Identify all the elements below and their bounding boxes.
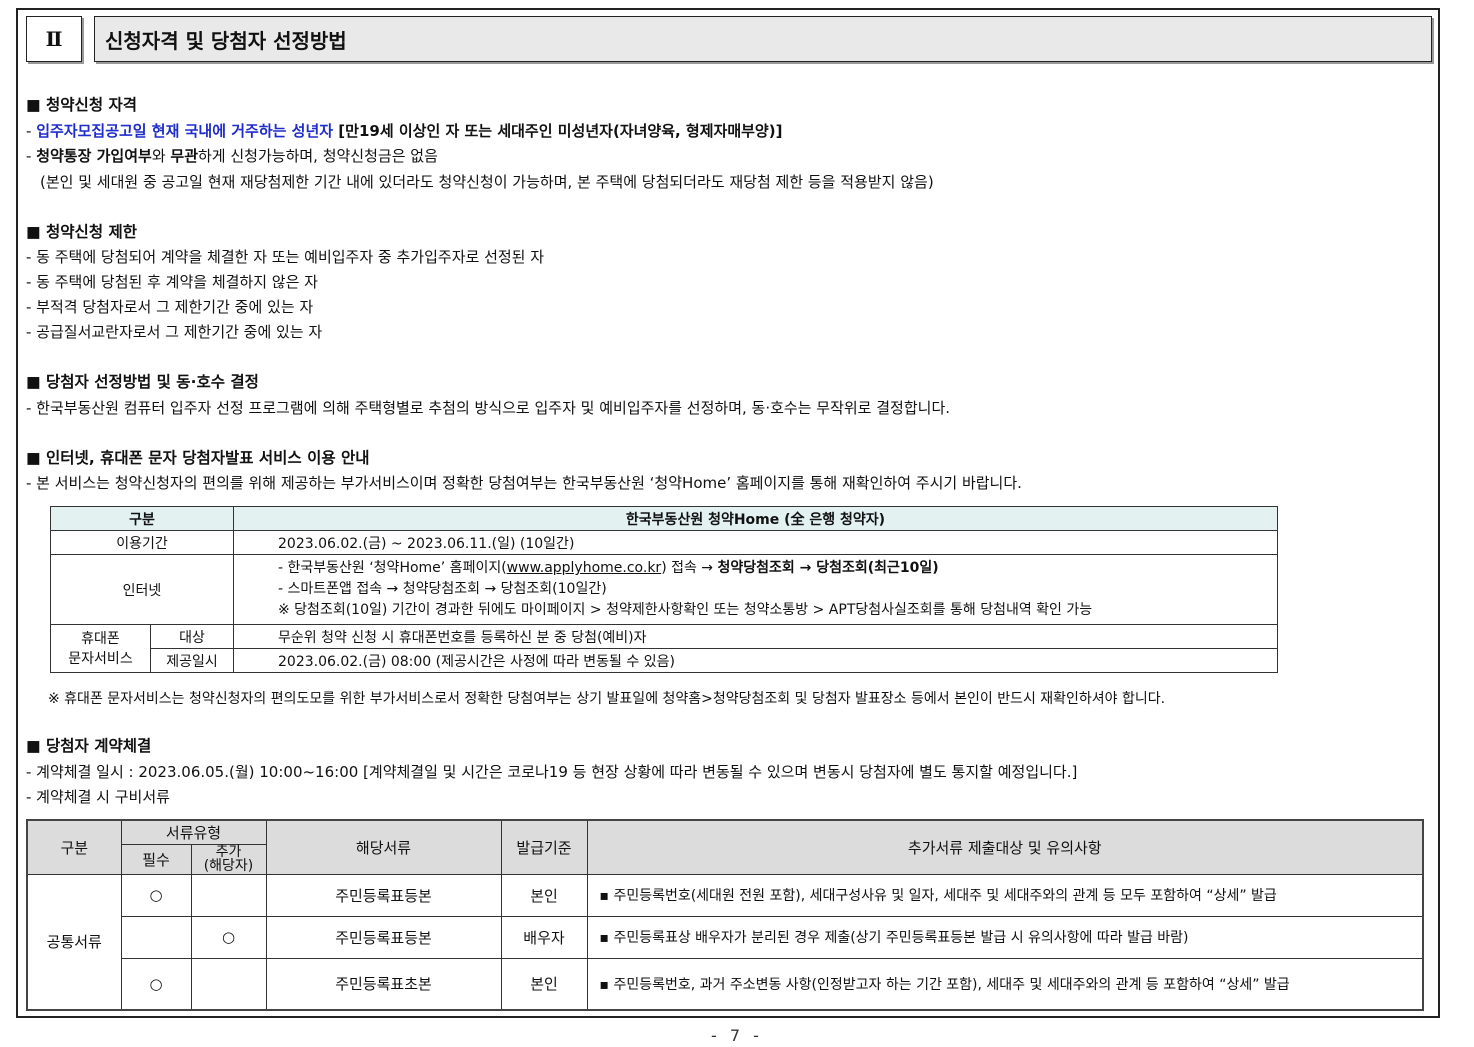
heading-restriction: ■ 청약신청 제한 <box>26 223 137 241</box>
document-name: 주민등록표등본 <box>265 915 502 959</box>
eligibility-condition: [만19세 이상인 자 또는 세대주인 미성년자(자녀양육, 형제자매부양)] <box>333 122 783 140</box>
restriction-item: - 공급질서교란자로서 그 제한기간 중에 있는 자 <box>26 323 323 341</box>
bullet-prefix: - <box>26 122 37 140</box>
document-note: ▪ 주민등록번호(세대원 전원 포함), 세대구성사유 및 일자, 세대주 및 … <box>586 873 1424 917</box>
additional-mark <box>190 957 267 1011</box>
sub-label: 제공일시 <box>150 648 234 673</box>
restriction-item: - 동 주택에 당첨되어 계약을 체결한 자 또는 예비입주자 중 추가입주자로… <box>26 248 545 266</box>
bold-text: 청약통장 가입여부 <box>36 147 152 165</box>
bullet-prefix: - <box>26 147 37 165</box>
table-header: 필수 <box>120 843 192 875</box>
required-mark: ○ <box>120 873 192 917</box>
table-header: 구분 <box>50 506 234 531</box>
additional-mark <box>190 873 267 917</box>
required-mark: ○ <box>120 957 192 1011</box>
section-title: 신청자격 및 당첨자 선정방법 <box>94 16 1432 62</box>
row-value: 2023.06.02.(금) 08:00 (제공시간은 사정에 따라 변동될 수… <box>233 648 1278 673</box>
document-note: ▪ 주민등록표상 배우자가 분리된 경우 제출(상기 주민등록표등본 발급 시 … <box>586 915 1424 959</box>
table-header: 서류유형 <box>120 819 267 845</box>
text: 하게 신청가능하며, 청약신청금은 없음 <box>198 147 438 165</box>
document-note: ▪ 주민등록번호, 과거 주소변동 사항(인정받고자 하는 기간 포함), 세대… <box>586 957 1424 1011</box>
internet-line-3: ※ 당첨조회(10일) 기간이 경과한 뒤에도 마이페이지 > 청약제한사항확인… <box>278 602 1093 618</box>
contract-line-1: - 계약체결 일시 : 2023.06.05.(월) 10:00~16:00 [… <box>26 763 1078 781</box>
issue-basis: 본인 <box>500 873 588 917</box>
page-number: - 7 - <box>711 1026 763 1045</box>
table-header: 해당서류 <box>265 819 502 875</box>
document-name: 주민등록표초본 <box>265 957 502 1011</box>
page-frame: Ⅱ 신청자격 및 당첨자 선정방법 ■ 청약신청 자격 - 입주자모집공고일 현… <box>16 8 1440 1018</box>
announcement-table: 구분 한국부동산원 청약Home (全 은행 청약자) 이용기간 2023.06… <box>50 506 1278 673</box>
section-number: Ⅱ <box>26 16 82 62</box>
eligibility-line-3: (본인 및 세대원 중 공고일 현재 재당첨제한 기간 내에 있더라도 청약신청… <box>40 173 934 191</box>
required-mark <box>120 915 192 959</box>
heading-announcement: ■ 인터넷, 휴대폰 문자 당첨자발표 서비스 이용 안내 <box>26 449 370 467</box>
document-name: 주민등록표등본 <box>265 873 502 917</box>
issue-basis: 배우자 <box>500 915 588 959</box>
sub-label: 대상 <box>150 624 234 649</box>
documents-table: 구분 서류유형 해당서류 발급기준 추가서류 제출대상 및 유의사항 필수 추가… <box>26 819 1424 1011</box>
restriction-item: - 동 주택에 당첨된 후 계약을 체결하지 않은 자 <box>26 273 318 291</box>
internet-cell: - 한국부동산원 ‘청약Home’ 홈페이지(www.applyhome.co.… <box>233 554 1278 625</box>
bold-text: 청약당첨조회 → 당첨조회(최근10일) <box>717 560 939 576</box>
text: 와 <box>151 147 171 165</box>
text: - 한국부동산원 ‘청약Home’ 홈페이지( <box>278 560 507 576</box>
restriction-item: - 부적격 당첨자로서 그 제한기간 중에 있는 자 <box>26 298 314 316</box>
heading-eligibility: ■ 청약신청 자격 <box>26 96 137 114</box>
row-value: 2023.06.02.(금) ~ 2023.06.11.(일) (10일간) <box>233 530 1278 555</box>
table-header: 한국부동산원 청약Home (全 은행 청약자) <box>233 506 1278 531</box>
table-header: 추가서류 제출대상 및 유의사항 <box>586 819 1424 875</box>
row-value: 무순위 청약 신청 시 휴대폰번호를 등록하신 분 중 당첨(예비)자 <box>233 624 1278 649</box>
contract-line-2: - 계약체결 시 구비서류 <box>26 788 170 806</box>
heading-contract: ■ 당첨자 계약체결 <box>26 737 152 755</box>
bold-text: 무관 <box>170 147 198 165</box>
table-header: 발급기준 <box>500 819 588 875</box>
text: ) 접속 → <box>661 560 718 576</box>
internet-line-2: - 스마트폰앱 접속 → 청약당첨조회 → 당첨조회(10일간) <box>278 581 607 597</box>
selection-line: - 한국부동산원 컴퓨터 입주자 선정 프로그램에 의해 주택형별로 추첨의 방… <box>26 399 951 417</box>
internet-line-1: - 한국부동산원 ‘청약Home’ 홈페이지(www.applyhome.co.… <box>278 558 1273 579</box>
additional-mark: ○ <box>190 915 267 959</box>
eligibility-line-2: - 청약통장 가입여부와 무관하게 신청가능하며, 청약신청금은 없음 <box>26 145 438 167</box>
row-label: 이용기간 <box>50 530 234 555</box>
sms-note: ※ 휴대폰 문자서비스는 청약신청자의 편의도모를 위한 부가서비스로서 정확한… <box>48 691 1166 707</box>
row-label: 인터넷 <box>50 554 234 625</box>
issue-basis: 본인 <box>500 957 588 1011</box>
applyhome-link[interactable]: www.applyhome.co.kr <box>507 560 662 576</box>
announcement-line: - 본 서비스는 청약신청자의 편의를 위해 제공하는 부가서비스이며 정확한 … <box>26 474 1022 492</box>
eligibility-highlight: 입주자모집공고일 현재 국내에 거주하는 성년자 <box>36 122 334 140</box>
row-label: 휴대폰 문자서비스 <box>50 624 151 673</box>
group-label: 공통서류 <box>26 873 122 1011</box>
table-header: 추가 (해당자) <box>190 843 267 875</box>
eligibility-line-1: - 입주자모집공고일 현재 국내에 거주하는 성년자 [만19세 이상인 자 또… <box>26 120 782 142</box>
heading-selection: ■ 당첨자 선정방법 및 동·호수 결정 <box>26 373 259 391</box>
table-header: 구분 <box>26 819 122 875</box>
